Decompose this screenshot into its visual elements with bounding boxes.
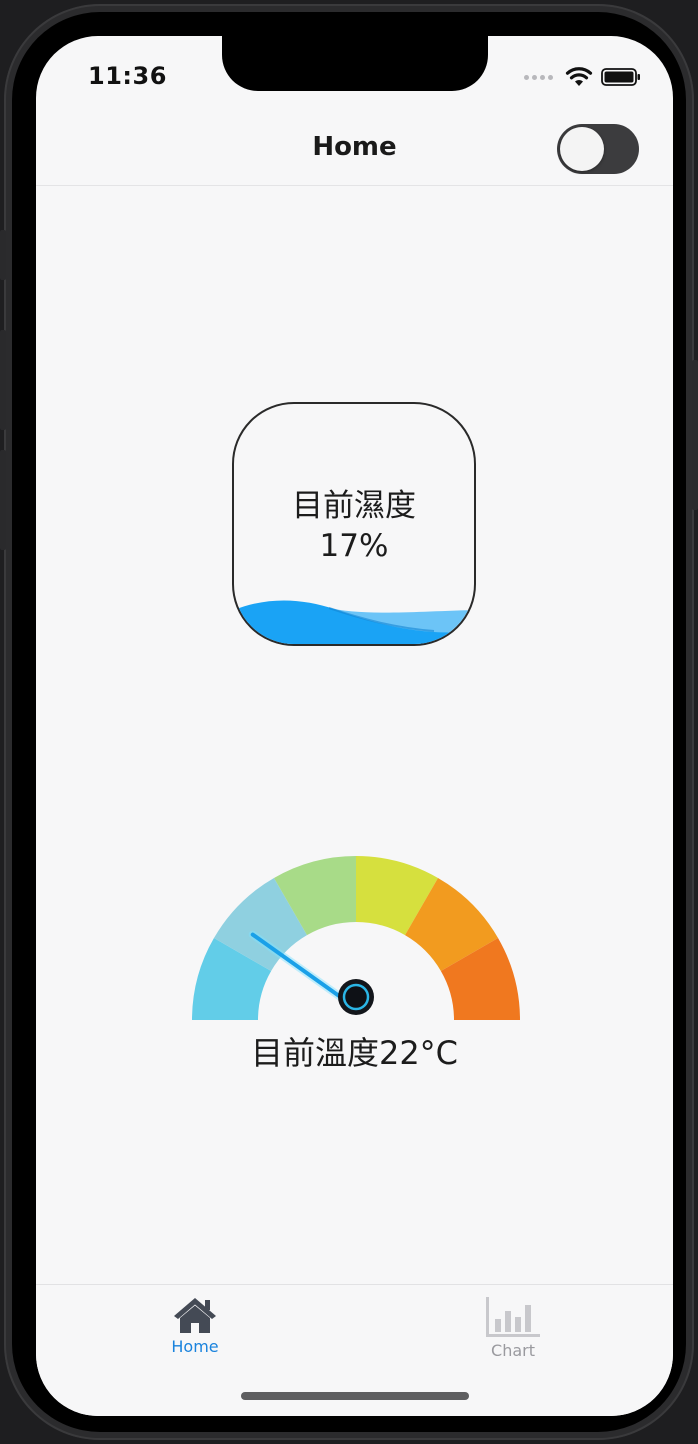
mute-switch (0, 230, 6, 280)
status-icons (524, 66, 641, 88)
humidity-card: 目前濕度 17% (232, 402, 476, 646)
tab-home-label: Home (171, 1337, 219, 1356)
signal-dots-icon (524, 74, 553, 80)
temperature-gauge (192, 856, 520, 1020)
volume-up-button (0, 330, 6, 430)
tab-chart-label: Chart (491, 1341, 535, 1360)
tab-chart[interactable]: Chart (433, 1295, 593, 1370)
humidity-label: 目前濕度 (292, 488, 416, 524)
humidity-readout: 目前濕度 17% (234, 486, 474, 566)
status-time: 11:36 (88, 62, 167, 90)
tab-home[interactable]: Home (115, 1295, 275, 1370)
notch (222, 36, 488, 91)
home-icon (174, 1298, 216, 1333)
app-screen: 11:36 Home 目前濕度 17% 目前溫度22°C Home Chart (36, 36, 673, 1416)
navigation-bar: Home (36, 114, 673, 186)
bar-chart-icon (486, 1297, 540, 1337)
humidity-value: 17% (319, 528, 389, 564)
gauge-hub-ring (342, 983, 370, 1011)
power-button (692, 360, 698, 510)
toggle-knob (560, 127, 604, 171)
home-indicator (241, 1392, 469, 1400)
temperature-label: 目前溫度22°C (250, 1034, 459, 1072)
theme-toggle[interactable] (557, 124, 639, 174)
volume-down-button (0, 450, 6, 550)
wifi-icon (565, 67, 593, 86)
battery-icon (601, 68, 640, 86)
